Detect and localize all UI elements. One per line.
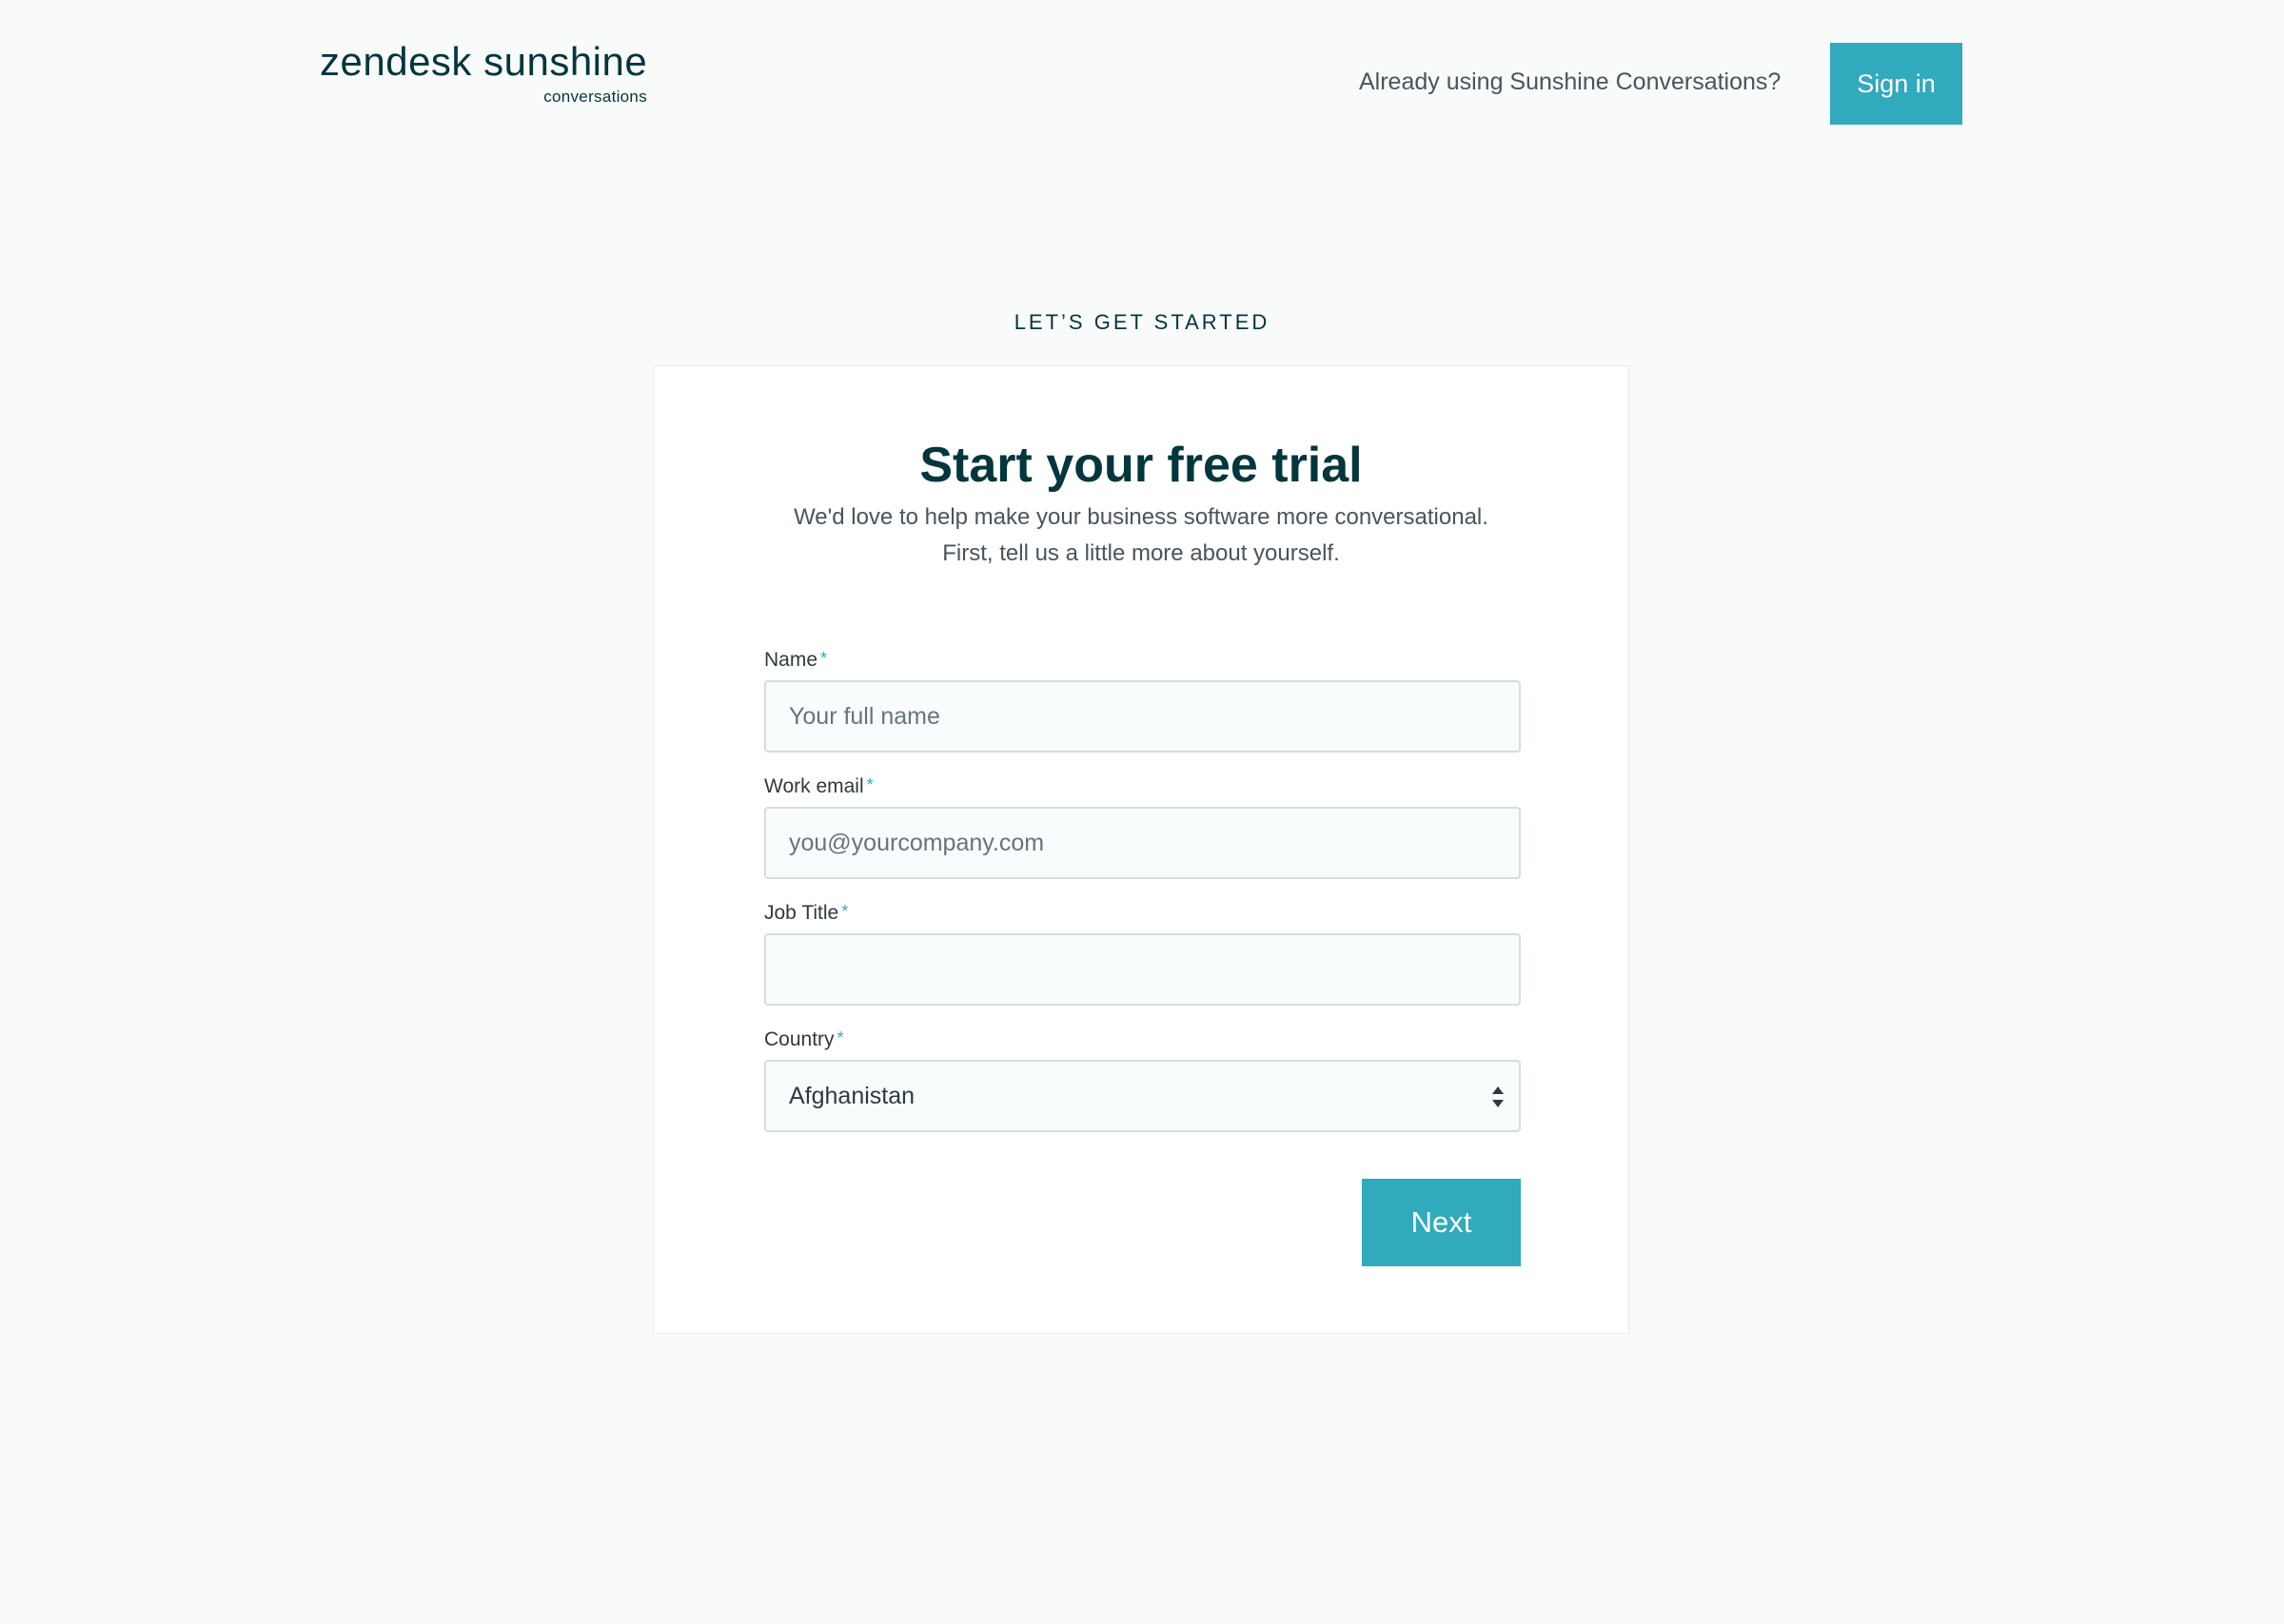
name-label: Name * [764, 649, 827, 672]
country-select[interactable]: Afghanistan [764, 1060, 1521, 1132]
job-title-label: Job Title * [764, 902, 848, 925]
name-label-text: Name [764, 649, 818, 671]
work-email-input[interactable] [764, 807, 1521, 879]
country-selected-value: Afghanistan [789, 1083, 916, 1109]
email-label-text: Work email [764, 775, 864, 797]
card-subtitle-line2: First, tell us a little more about yours… [942, 540, 1340, 566]
name-input[interactable] [764, 680, 1521, 753]
required-marker: * [820, 649, 828, 668]
signup-card: Start your free trial We'd love to help … [653, 365, 1629, 1334]
country-label: Country * [764, 1028, 844, 1051]
required-marker: * [841, 902, 849, 921]
logo-wordmark: zendesk sunshine [320, 39, 648, 84]
sign-in-button[interactable]: Sign in [1830, 43, 1962, 125]
required-marker: * [866, 775, 874, 794]
eyebrow-heading: LET’S GET STARTED [1014, 310, 1270, 334]
email-label: Work email * [764, 775, 874, 798]
next-button[interactable]: Next [1362, 1179, 1521, 1266]
country-label-text: Country [764, 1028, 835, 1050]
up-down-chevron-icon [1492, 1086, 1504, 1107]
brand-logo[interactable]: zendesk sunshine conversations [320, 38, 647, 107]
card-subtitle-line1: We'd love to help make your business sof… [794, 504, 1488, 530]
page-title: Start your free trial [919, 438, 1363, 493]
job-title-input[interactable] [764, 933, 1521, 1006]
logo-subtitle: conversations [543, 88, 647, 106]
signin-prompt: Already using Sunshine Conversations? [1359, 68, 1782, 95]
job-title-label-text: Job Title [764, 902, 839, 924]
required-marker: * [837, 1028, 844, 1047]
